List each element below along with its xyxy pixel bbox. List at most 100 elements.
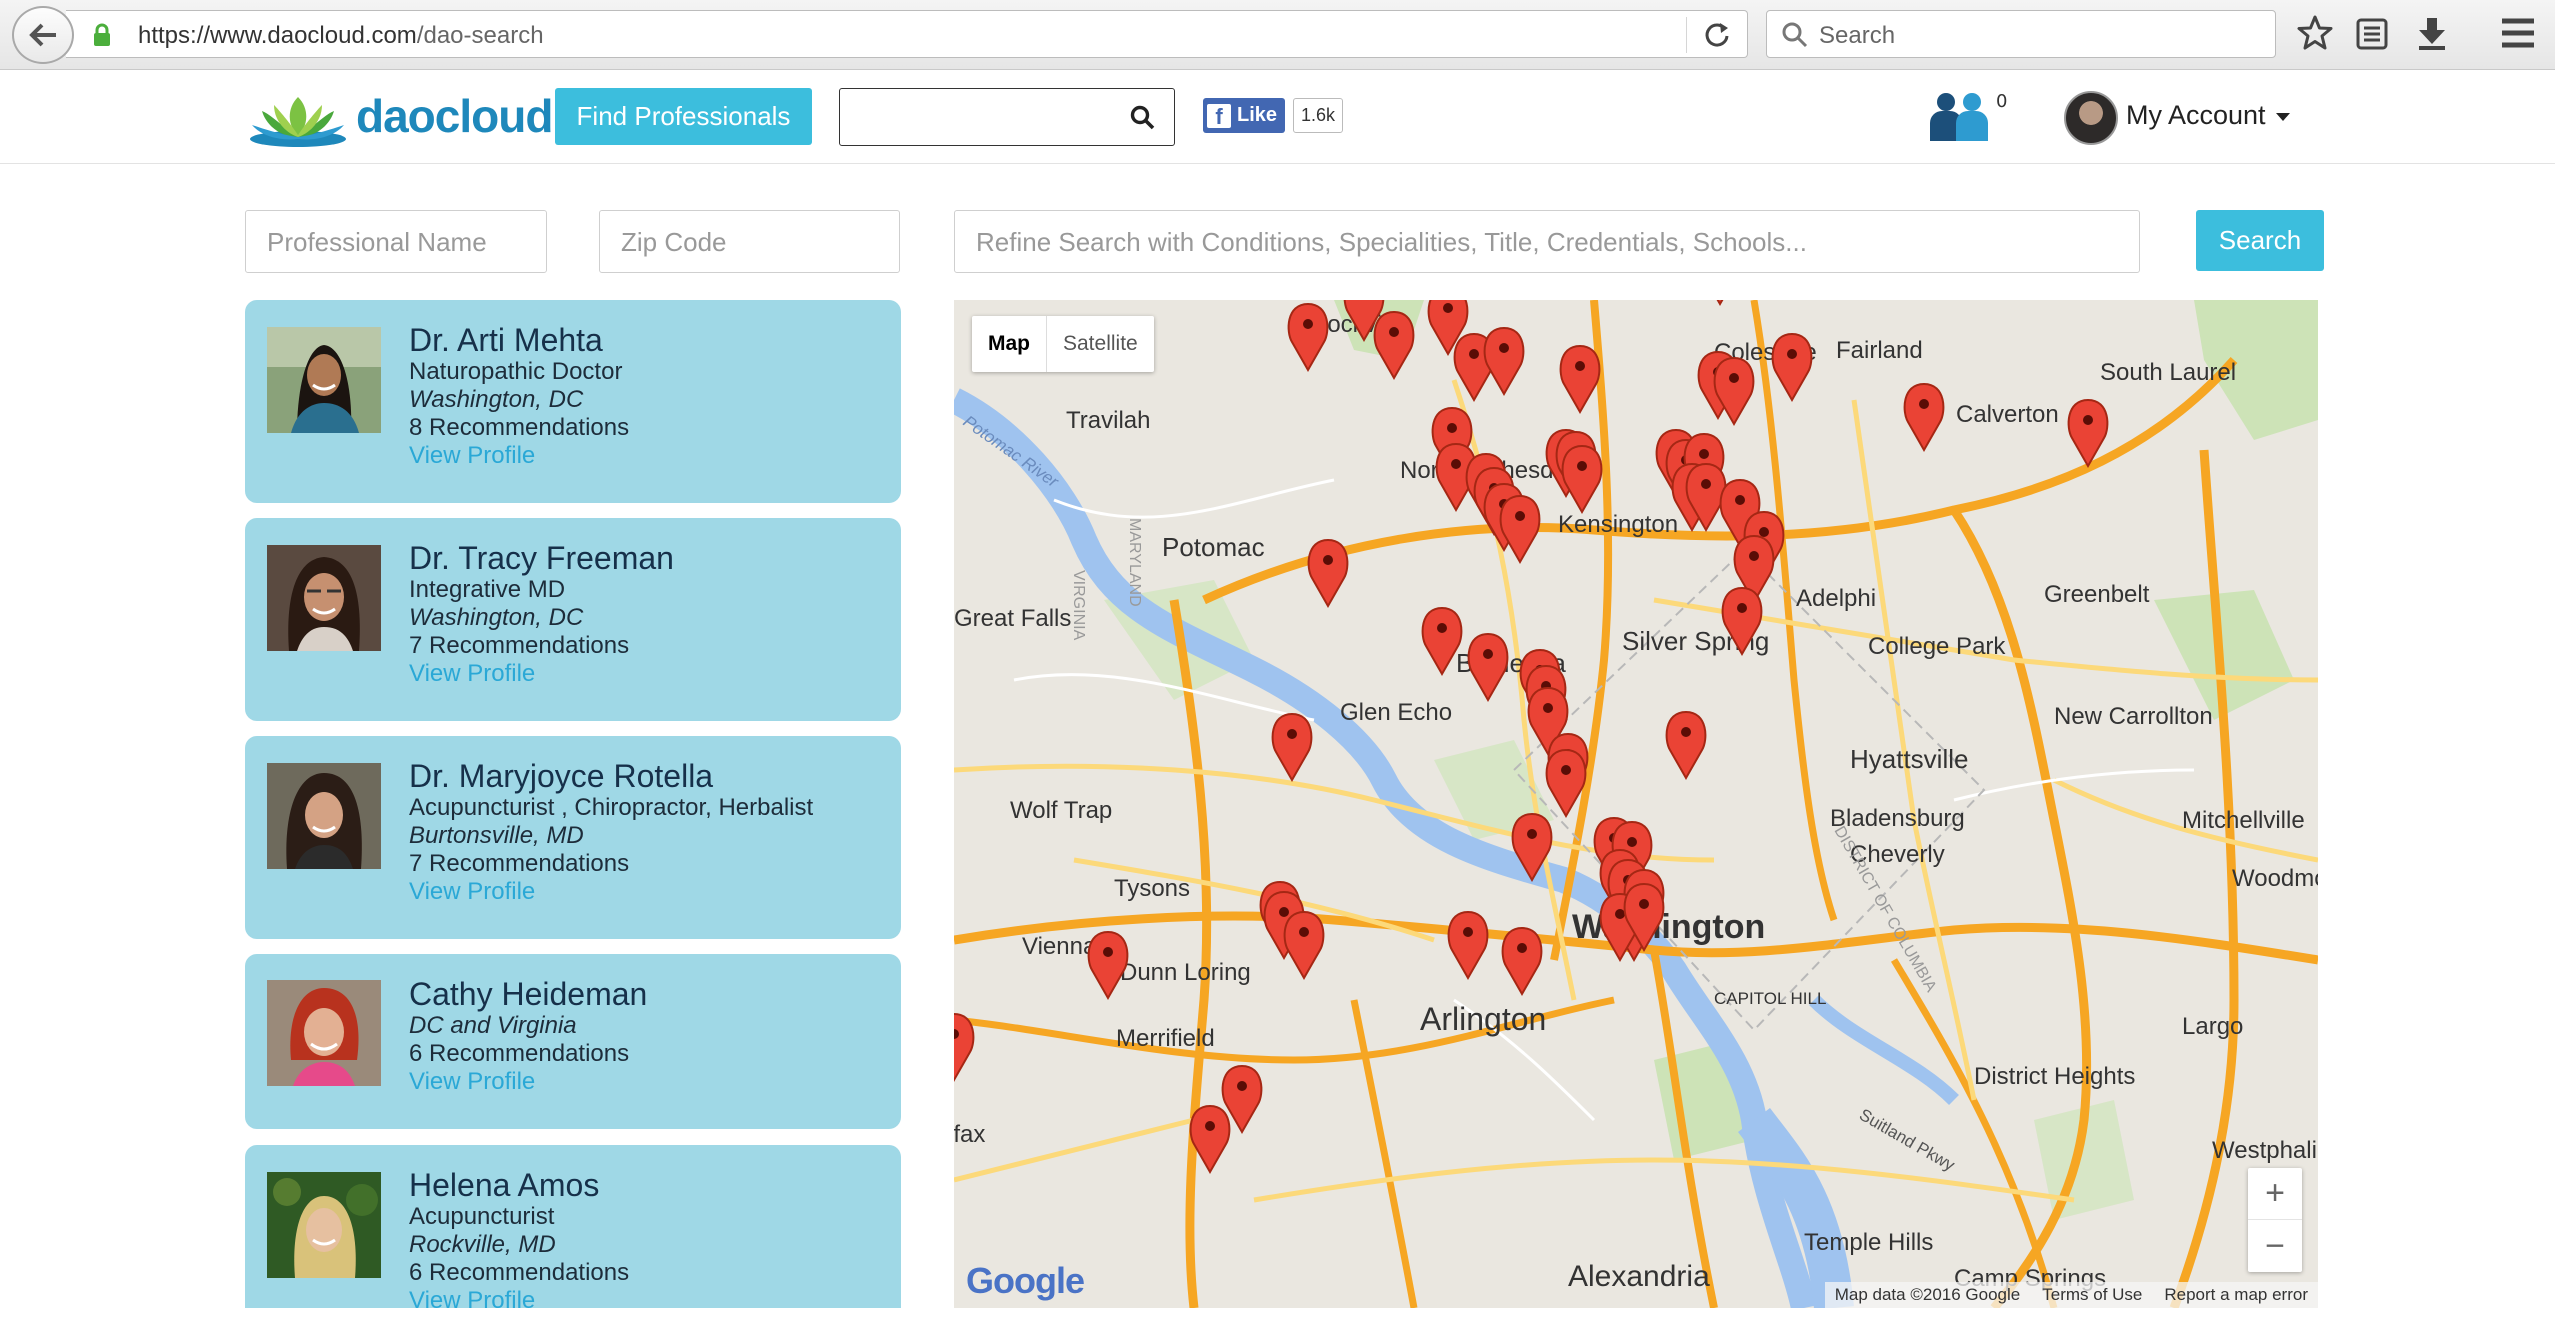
professional-name-input[interactable]: Professional Name [245,210,547,273]
map-label: Arlington [1420,1001,1546,1037]
map-marker-icon[interactable] [1561,444,1603,515]
professional-name: Dr. Maryjoyce Rotella [409,758,714,794]
map-marker-icon[interactable] [1189,1104,1231,1175]
results-map[interactable]: Rockville Colesville Fairland South Laur… [954,300,2318,1308]
map-marker-icon[interactable] [2067,398,2109,469]
professional-info: Dr. Tracy Freeman Integrative MD Washing… [409,540,674,688]
professional-name: Dr. Tracy Freeman [409,540,674,576]
download-icon[interactable] [2414,14,2450,52]
map-marker-icon[interactable] [1483,326,1525,397]
notification-count: 0 [1996,91,2008,112]
professional-card[interactable]: Dr. Maryjoyce Rotella Acupuncturist , Ch… [245,736,901,939]
professional-card[interactable]: Dr. Tracy Freeman Integrative MD Washing… [245,518,901,721]
satellite-view-button[interactable]: Satellite [1047,316,1154,372]
site-header: daocloud Find Professionals f Like 1.6k … [0,71,2555,164]
star-bookmark-icon[interactable] [2296,14,2334,52]
map-marker-icon[interactable] [1665,710,1707,781]
map-data-attribution: Map data ©2016 Google [1834,1285,2021,1304]
account-avatar[interactable] [2064,91,2118,145]
browser-search-field[interactable]: Search [1766,10,2276,58]
map-label: Fairfax [954,1121,985,1148]
map-marker-icon[interactable] [1701,300,1740,307]
professional-location: Burtonsville, MD [409,822,584,849]
hamburger-menu-icon[interactable] [2500,16,2536,50]
logo-text: daocloud [356,90,553,142]
map-type-control: Map Satellite [972,316,1154,372]
map-label: Alexandria [1568,1260,1710,1293]
professional-list[interactable]: Dr. Arti Mehta Naturopathic Doctor Washi… [245,300,901,1308]
refine-search-input[interactable]: Refine Search with Conditions, Specialit… [954,210,2140,273]
terms-of-use-link[interactable]: Terms of Use [2042,1285,2142,1305]
map-marker-icon[interactable] [1771,332,1813,403]
professional-location: Rockville, MD [409,1231,556,1258]
my-account-label: My Account [2126,100,2266,130]
my-account-menu[interactable]: My Account [2126,100,2290,131]
map-marker-icon[interactable] [1447,910,1489,981]
map-marker-icon[interactable] [1903,382,1945,453]
report-map-error-link[interactable]: Report a map error [2164,1285,2308,1305]
map-marker-icon[interactable] [1499,494,1541,565]
map-marker-icon[interactable] [1287,302,1329,373]
professional-card[interactable]: Dr. Arti Mehta Naturopathic Doctor Washi… [245,300,901,503]
recommendation-count: 8 Recommendations [409,414,630,441]
map-marker-icon[interactable] [1467,632,1509,703]
professional-location: Washington, DC [409,604,584,631]
professional-photo [267,1172,381,1278]
recommendation-count: 7 Recommendations [409,632,630,659]
view-profile-link[interactable]: View Profile [409,1068,647,1096]
map-label: Calverton [1956,401,2059,428]
map-label: Vienna [1022,933,1097,960]
map-label: Great Falls [954,605,1071,632]
professional-card[interactable]: Helena Amos Acupuncturist Rockville, MD … [245,1145,901,1308]
map-label: Hyattsville [1850,744,1968,774]
browser-toolbar: https://www.daocloud.com/dao-search Sear… [0,0,2555,70]
refine-search-placeholder: Refine Search with Conditions, Specialit… [976,227,1807,257]
view-profile-link[interactable]: View Profile [409,660,674,688]
map-label: Temple Hills [1804,1229,1933,1256]
map-marker-icon[interactable] [1283,910,1325,981]
people-icon[interactable] [1928,89,1990,143]
map-marker-icon[interactable] [1501,926,1543,997]
find-professionals-button[interactable]: Find Professionals [555,88,812,145]
facebook-like-count: 1.6k [1293,98,1344,133]
map-view-button[interactable]: Map [972,316,1047,372]
recommendation-count: 6 Recommendations [409,1259,630,1286]
browser-search-placeholder: Search [1819,22,1896,49]
professional-location: DC and Virginia [409,1012,577,1039]
map-label: Dunn Loring [1120,959,1251,986]
url-text: https://www.daocloud.com/dao-search [138,22,544,49]
back-button[interactable] [12,6,74,64]
facebook-like-label: Like [1237,104,1278,126]
map-canvas[interactable]: Rockville Colesville Fairland South Laur… [954,300,2318,1308]
map-label: Glen Echo [1340,699,1452,726]
header-search-input[interactable] [839,88,1175,146]
search-button[interactable]: Search [2196,210,2324,271]
zip-code-input[interactable]: Zip Code [599,210,900,273]
map-label: Suitland Pkwy [1856,1105,1958,1175]
map-label: Woodmore [2232,865,2318,892]
map-marker-icon[interactable] [1271,712,1313,783]
map-marker-icon[interactable] [1373,310,1415,381]
map-marker-icon[interactable] [1307,538,1349,609]
professional-photo [267,980,381,1086]
facebook-like-button[interactable]: f Like [1203,98,1286,133]
reload-icon[interactable] [1701,19,1733,51]
map-label: South Laurel [2100,359,2236,386]
map-marker-icon[interactable] [954,1012,975,1083]
view-profile-link[interactable]: View Profile [409,1287,629,1308]
professional-card[interactable]: Cathy Heideman DC and Virginia 6 Recomme… [245,954,901,1129]
reading-list-icon[interactable] [2354,14,2390,52]
zoom-out-button[interactable]: − [2248,1220,2302,1272]
map-label: Potomac [1162,532,1265,562]
google-logo[interactable]: Google [966,1260,1085,1302]
zoom-in-button[interactable]: + [2248,1168,2302,1220]
address-bar[interactable]: https://www.daocloud.com/dao-search [66,10,1748,58]
search-icon[interactable] [1130,105,1156,131]
view-profile-link[interactable]: View Profile [409,878,813,906]
map-label: Mitchellville [2182,807,2305,834]
map-marker-icon[interactable] [1559,344,1601,415]
facebook-icon: f [1207,103,1231,128]
view-profile-link[interactable]: View Profile [409,442,629,470]
professional-info: Dr. Arti Mehta Naturopathic Doctor Washi… [409,322,629,470]
map-marker-icon[interactable] [1087,930,1129,1001]
